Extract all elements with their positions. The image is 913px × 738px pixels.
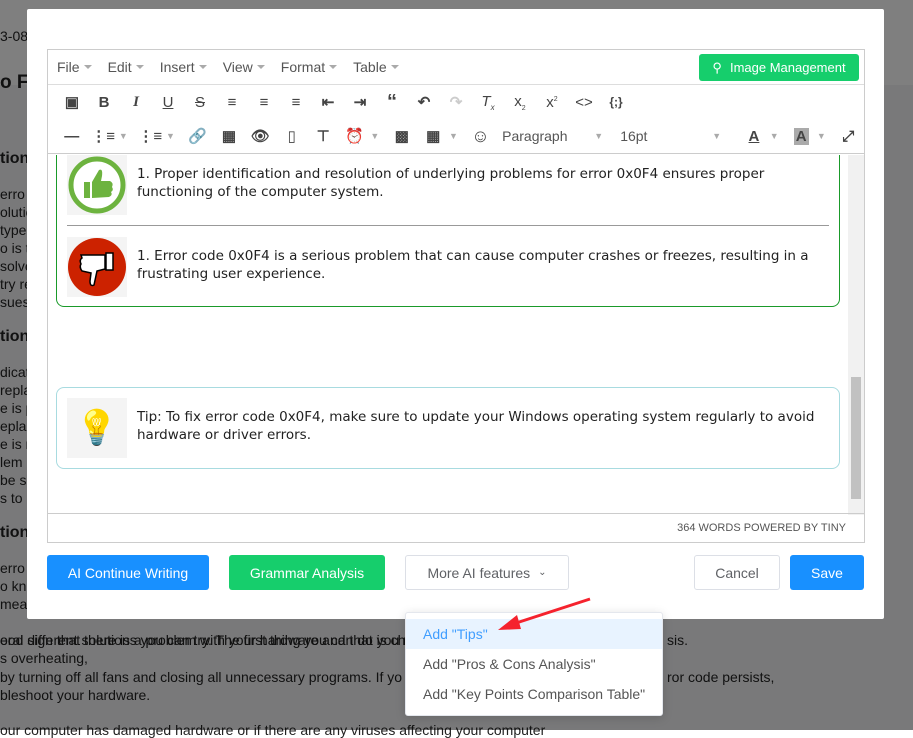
- image-management-button[interactable]: ⚲ Image Management: [699, 54, 859, 81]
- editor-modal: File Edit Insert View Format Table ⚲ Imag…: [27, 9, 884, 619]
- outdent-icon[interactable]: ⇤: [312, 93, 344, 111]
- tip-row: 💡 Tip: To fix error code 0x0F4, make sur…: [67, 398, 827, 458]
- save-button[interactable]: Save: [790, 555, 864, 590]
- cons-text: 1. Error code 0x0F4 is a serious problem…: [137, 248, 809, 282]
- menu-label: Table: [353, 59, 387, 75]
- button-label: Save: [811, 564, 843, 581]
- button-label: Cancel: [715, 564, 759, 581]
- chevron-down-icon[interactable]: ▼: [119, 131, 135, 141]
- blockquote-icon[interactable]: “: [376, 91, 408, 114]
- red-arrow-annotation: [498, 597, 591, 630]
- block-format-value: Paragraph: [502, 128, 568, 144]
- toolbar-row-1: ▣ B I U S ≡ ≡ ≡ ⇤ ⇥ “ ↶ ↷ Tx x2 x2 <> {;…: [48, 85, 864, 119]
- thumbs-up-icon: [67, 155, 127, 215]
- button-label: Grammar Analysis: [249, 564, 365, 581]
- menu-edit[interactable]: Edit: [108, 59, 144, 75]
- subscript-icon[interactable]: x2: [504, 93, 536, 112]
- menu-table[interactable]: Table: [353, 59, 399, 75]
- underline-icon[interactable]: U: [152, 94, 184, 111]
- image-icon[interactable]: ▦: [213, 127, 244, 145]
- cons-row: 1. Error code 0x0F4 is a serious problem…: [67, 237, 827, 297]
- button-label: AI Continue Writing: [67, 564, 189, 581]
- bullet-list-icon[interactable]: ⋮≡: [87, 127, 118, 145]
- menu-label: Format: [280, 59, 326, 75]
- code-sample-icon[interactable]: {;}: [600, 95, 632, 109]
- italic-icon[interactable]: I: [120, 94, 152, 111]
- font-size-value: 16pt: [620, 128, 648, 144]
- status-bar: 364 WORDS POWERED BY TINY: [48, 513, 864, 542]
- toolbar-row-2: — ⋮≡ ▼ ⋮≡ ▼ 🔗 ▦ 👁 ▯ ⊤ ⏰ ▼ ▩ ▦ ▼ ☺ Paragraph ▼…: [48, 119, 864, 154]
- menu-item-add-comparison-table[interactable]: Add "Key Points Comparison Table": [406, 679, 662, 709]
- thumbs-down-icon: [67, 237, 127, 297]
- pros-cons-box: 1. Proper identification and resolution …: [56, 155, 840, 307]
- scrollbar-thumb[interactable]: [851, 377, 861, 499]
- lightbulb-icon: 💡: [67, 398, 127, 458]
- chevron-down-icon: ▼: [594, 131, 604, 141]
- chevron-down-icon[interactable]: ▼: [449, 131, 465, 141]
- superscript-icon[interactable]: x2: [536, 94, 568, 111]
- numbered-list-icon[interactable]: ⋮≡: [135, 127, 166, 145]
- chevron-down-icon: ▼: [712, 131, 722, 141]
- menu-view[interactable]: View: [223, 59, 265, 75]
- strikethrough-icon[interactable]: S: [184, 94, 216, 111]
- bookmark-icon[interactable]: ▯: [276, 127, 307, 145]
- tip-box: 💡 Tip: To fix error code 0x0F4, make sur…: [56, 387, 840, 469]
- block-format-select[interactable]: Paragraph ▼: [502, 128, 610, 144]
- cancel-button[interactable]: Cancel: [694, 555, 780, 590]
- menu-label: File: [57, 59, 80, 75]
- editor-content[interactable]: 1. Proper identification and resolution …: [48, 155, 848, 515]
- link-icon[interactable]: 🔗: [182, 127, 213, 145]
- menu-label: View: [222, 59, 253, 75]
- pros-text: 1. Proper identification and resolution …: [137, 166, 765, 200]
- menubar: File Edit Insert View Format Table ⚲ Imag…: [48, 50, 864, 85]
- background-color-icon[interactable]: A: [785, 127, 816, 145]
- grammar-analysis-button[interactable]: Grammar Analysis: [229, 555, 385, 590]
- clear-formatting-icon[interactable]: Tx: [472, 93, 504, 112]
- media-icon[interactable]: ▩: [386, 127, 417, 145]
- rich-text-editor: File Edit Insert View Format Table ⚲ Imag…: [47, 49, 865, 543]
- bold-icon[interactable]: B: [88, 94, 120, 111]
- menu-format[interactable]: Format: [280, 59, 338, 75]
- align-left-icon[interactable]: ≡: [216, 94, 248, 111]
- code-icon[interactable]: <>: [568, 94, 600, 111]
- preview-eye-icon[interactable]: 👁: [245, 127, 276, 145]
- find-replace-icon[interactable]: ▣: [56, 93, 88, 111]
- menu-item-add-pros-cons[interactable]: Add "Pros & Cons Analysis": [406, 649, 662, 679]
- chevron-down-icon[interactable]: ▼: [166, 131, 182, 141]
- emoji-icon[interactable]: ☺: [465, 126, 496, 147]
- fullscreen-icon[interactable]: ⤢: [833, 128, 864, 145]
- divider: [67, 225, 829, 226]
- pros-row: 1. Proper identification and resolution …: [67, 155, 827, 215]
- image-management-label: Image Management: [729, 60, 846, 75]
- chevron-down-icon[interactable]: ▼: [370, 131, 386, 141]
- menu-label: Edit: [107, 59, 132, 75]
- search-icon: ⚲: [712, 59, 722, 75]
- alarm-clock-icon[interactable]: ⏰: [339, 127, 370, 145]
- undo-icon[interactable]: ↶: [408, 93, 440, 111]
- ai-continue-writing-button[interactable]: AI Continue Writing: [47, 555, 209, 590]
- page-break-icon[interactable]: ⊤: [308, 127, 339, 145]
- chevron-down-icon[interactable]: ▼: [770, 131, 786, 141]
- horizontal-rule-icon[interactable]: —: [56, 128, 87, 145]
- redo-icon[interactable]: ↷: [440, 93, 472, 111]
- tip-text: Tip: To fix error code 0x0F4, make sure …: [137, 409, 815, 443]
- table-icon[interactable]: ▦: [418, 127, 449, 145]
- chevron-down-icon[interactable]: ▼: [817, 131, 833, 141]
- font-size-select[interactable]: 16pt ▼: [620, 128, 728, 144]
- menu-label: Insert: [159, 59, 195, 75]
- chevron-down-icon: ⌄: [538, 567, 547, 578]
- word-count: 364 WORDS POWERED BY TINY: [677, 522, 846, 534]
- indent-icon[interactable]: ⇥: [344, 93, 376, 111]
- align-right-icon[interactable]: ≡: [280, 94, 312, 111]
- menu-file[interactable]: File: [57, 59, 92, 75]
- more-ai-features-button[interactable]: More AI features ⌄: [405, 555, 569, 590]
- align-center-icon[interactable]: ≡: [248, 94, 280, 111]
- text-color-icon[interactable]: A: [738, 128, 769, 145]
- menu-insert[interactable]: Insert: [160, 59, 207, 75]
- button-label: More AI features: [427, 564, 531, 581]
- editor-scrollbar[interactable]: [848, 155, 864, 515]
